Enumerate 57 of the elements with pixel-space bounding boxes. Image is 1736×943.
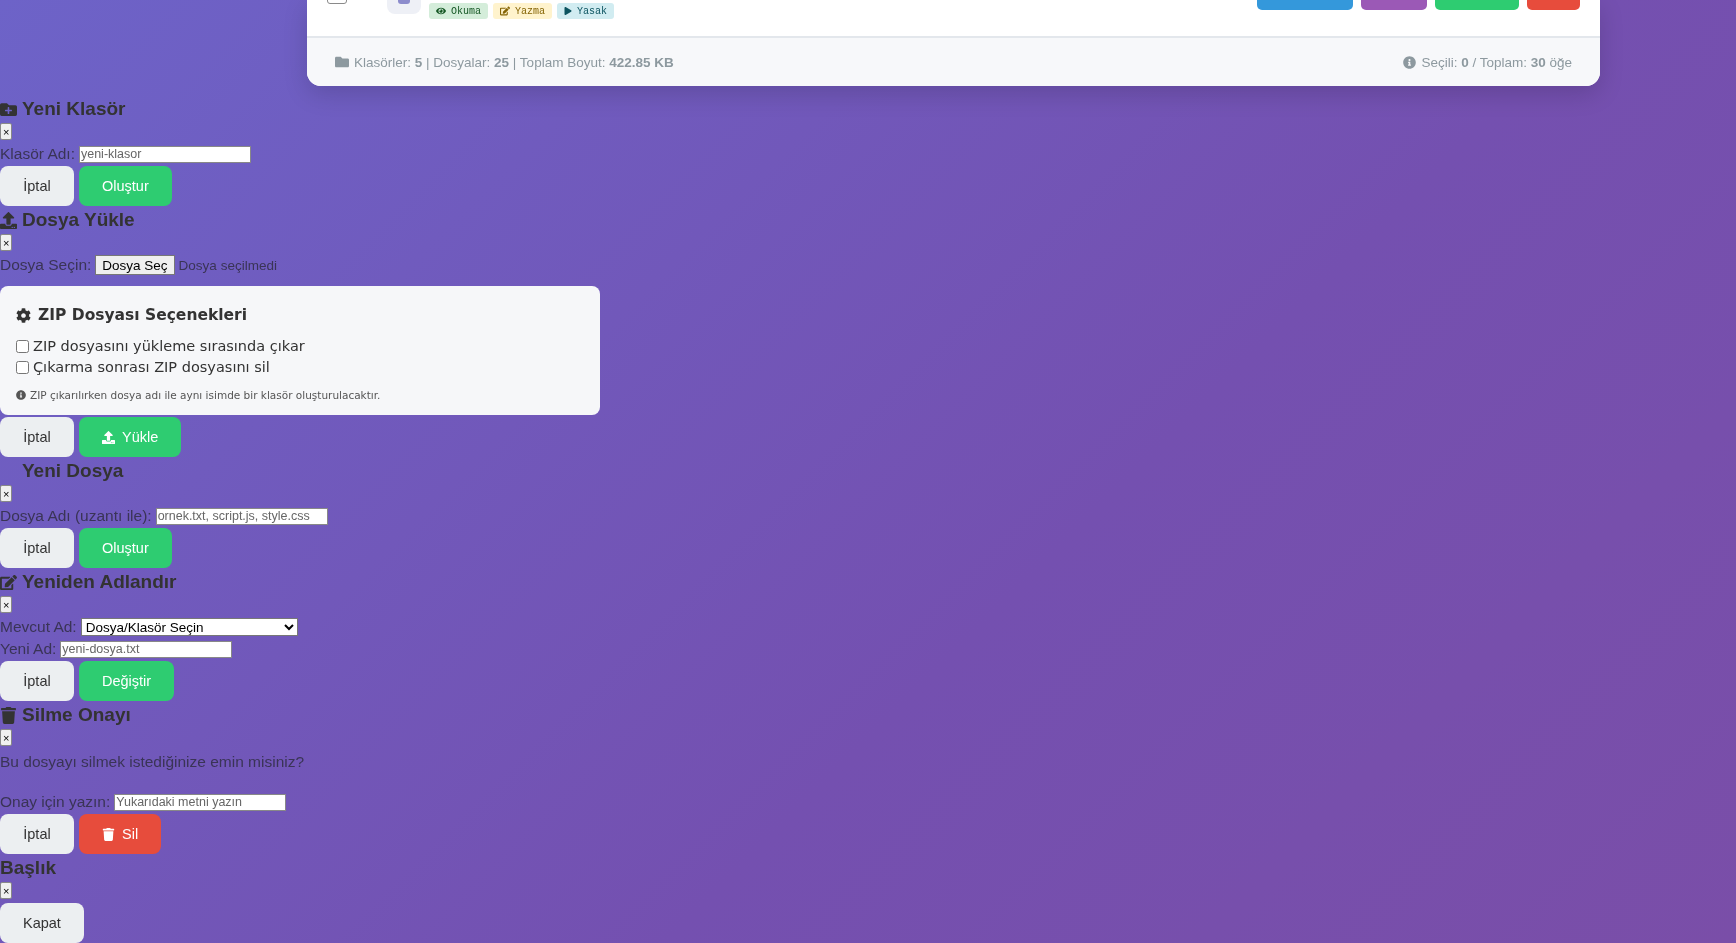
panel-title: ZIP Dosyası Seçenekleri bbox=[38, 306, 247, 324]
input-field[interactable]: ornek.txt, script.js, style.css bbox=[155, 507, 328, 525]
dialog-title: Yeni Klasör bbox=[0, 97, 126, 121]
upload-icon bbox=[0, 211, 17, 229]
info-icon bbox=[1403, 55, 1417, 69]
edit-icon bbox=[500, 6, 510, 16]
input-field[interactable]: Yukarıdaki metni yazın bbox=[114, 793, 287, 811]
field-label: Yeni Ad: bbox=[0, 640, 57, 658]
permission-tag: Okuma bbox=[429, 3, 488, 19]
cancel-button[interactable]: İptal bbox=[0, 814, 74, 854]
checkbox[interactable] bbox=[16, 339, 29, 353]
selection-summary: Seçili: 0 / Toplam: 30 öğe bbox=[1421, 54, 1572, 70]
field-label: Mevcut Ad: bbox=[0, 618, 77, 636]
trash-icon bbox=[102, 827, 115, 841]
input-field[interactable]: yeni-klasor bbox=[78, 145, 251, 163]
confirm-message: Bu dosyayı silmek istediğinize emin misiniz? bbox=[0, 753, 305, 771]
close-button[interactable]: × bbox=[0, 729, 13, 746]
dialog-title: Yeni Dosya bbox=[21, 459, 124, 483]
file-status: Dosya seçilmedi bbox=[178, 257, 277, 273]
checkbox[interactable] bbox=[16, 360, 29, 374]
checkbox-label: ZIP dosyasını yükleme sırasında çıkar bbox=[33, 338, 305, 354]
settings-icon bbox=[16, 307, 31, 323]
close-button[interactable]: × bbox=[0, 596, 13, 613]
close-button[interactable]: × bbox=[0, 234, 13, 251]
cancel-button[interactable]: İptal bbox=[0, 661, 74, 701]
close-button[interactable]: × bbox=[0, 485, 13, 502]
close-button[interactable]: × bbox=[0, 882, 13, 899]
field-label: Dosya Adı (uzantı ile): bbox=[0, 507, 152, 525]
edit-icon bbox=[0, 573, 17, 591]
dialog-title: Silme Onayı bbox=[0, 703, 131, 727]
field-label: Klasör Adı: bbox=[0, 145, 75, 163]
cancel-button[interactable]: İptal bbox=[0, 166, 74, 206]
cancel-button[interactable]: Kapat bbox=[0, 903, 84, 943]
select-field[interactable]: Dosya/Klasör Seçin bbox=[80, 618, 298, 636]
dialog-title: Yeniden Adlandır bbox=[0, 570, 177, 594]
field-label: Dosya Seçin: bbox=[0, 256, 92, 274]
checkbox-label: Çıkarma sonrası ZIP dosyasını sil bbox=[33, 359, 270, 375]
input-field[interactable]: yeni-dosya.txt bbox=[60, 640, 233, 658]
close-button[interactable]: × bbox=[0, 123, 13, 140]
info-icon bbox=[16, 390, 26, 400]
trash-icon bbox=[0, 706, 17, 724]
dialog-title: Dosya Yükle bbox=[0, 208, 135, 232]
cancel-button[interactable]: İptal bbox=[0, 417, 74, 457]
upload-icon bbox=[102, 430, 115, 444]
eye-icon bbox=[436, 6, 446, 16]
delete-button[interactable]: Sil bbox=[79, 814, 162, 854]
permission-tag: Yazma bbox=[493, 3, 553, 19]
folder-summary: Klasörler: 5 | Dosyalar: 25 | Toplam Boyut: 422.85 KB bbox=[354, 54, 674, 70]
permission-tag: Yasak bbox=[557, 3, 615, 19]
folder-plus-icon bbox=[0, 100, 17, 118]
folder-icon bbox=[335, 55, 349, 69]
choose-file-button[interactable]: Dosya Seç bbox=[95, 255, 175, 275]
dialog-title: Başlık bbox=[0, 856, 56, 880]
field-label: Onay için yazın: bbox=[0, 793, 111, 811]
cancel-button[interactable]: İptal bbox=[0, 528, 74, 568]
play-icon bbox=[564, 7, 573, 15]
info-note: ZIP çıkarılırken dosya adı ile aynı isimde bir klasör oluşturulacaktır. bbox=[30, 389, 381, 401]
